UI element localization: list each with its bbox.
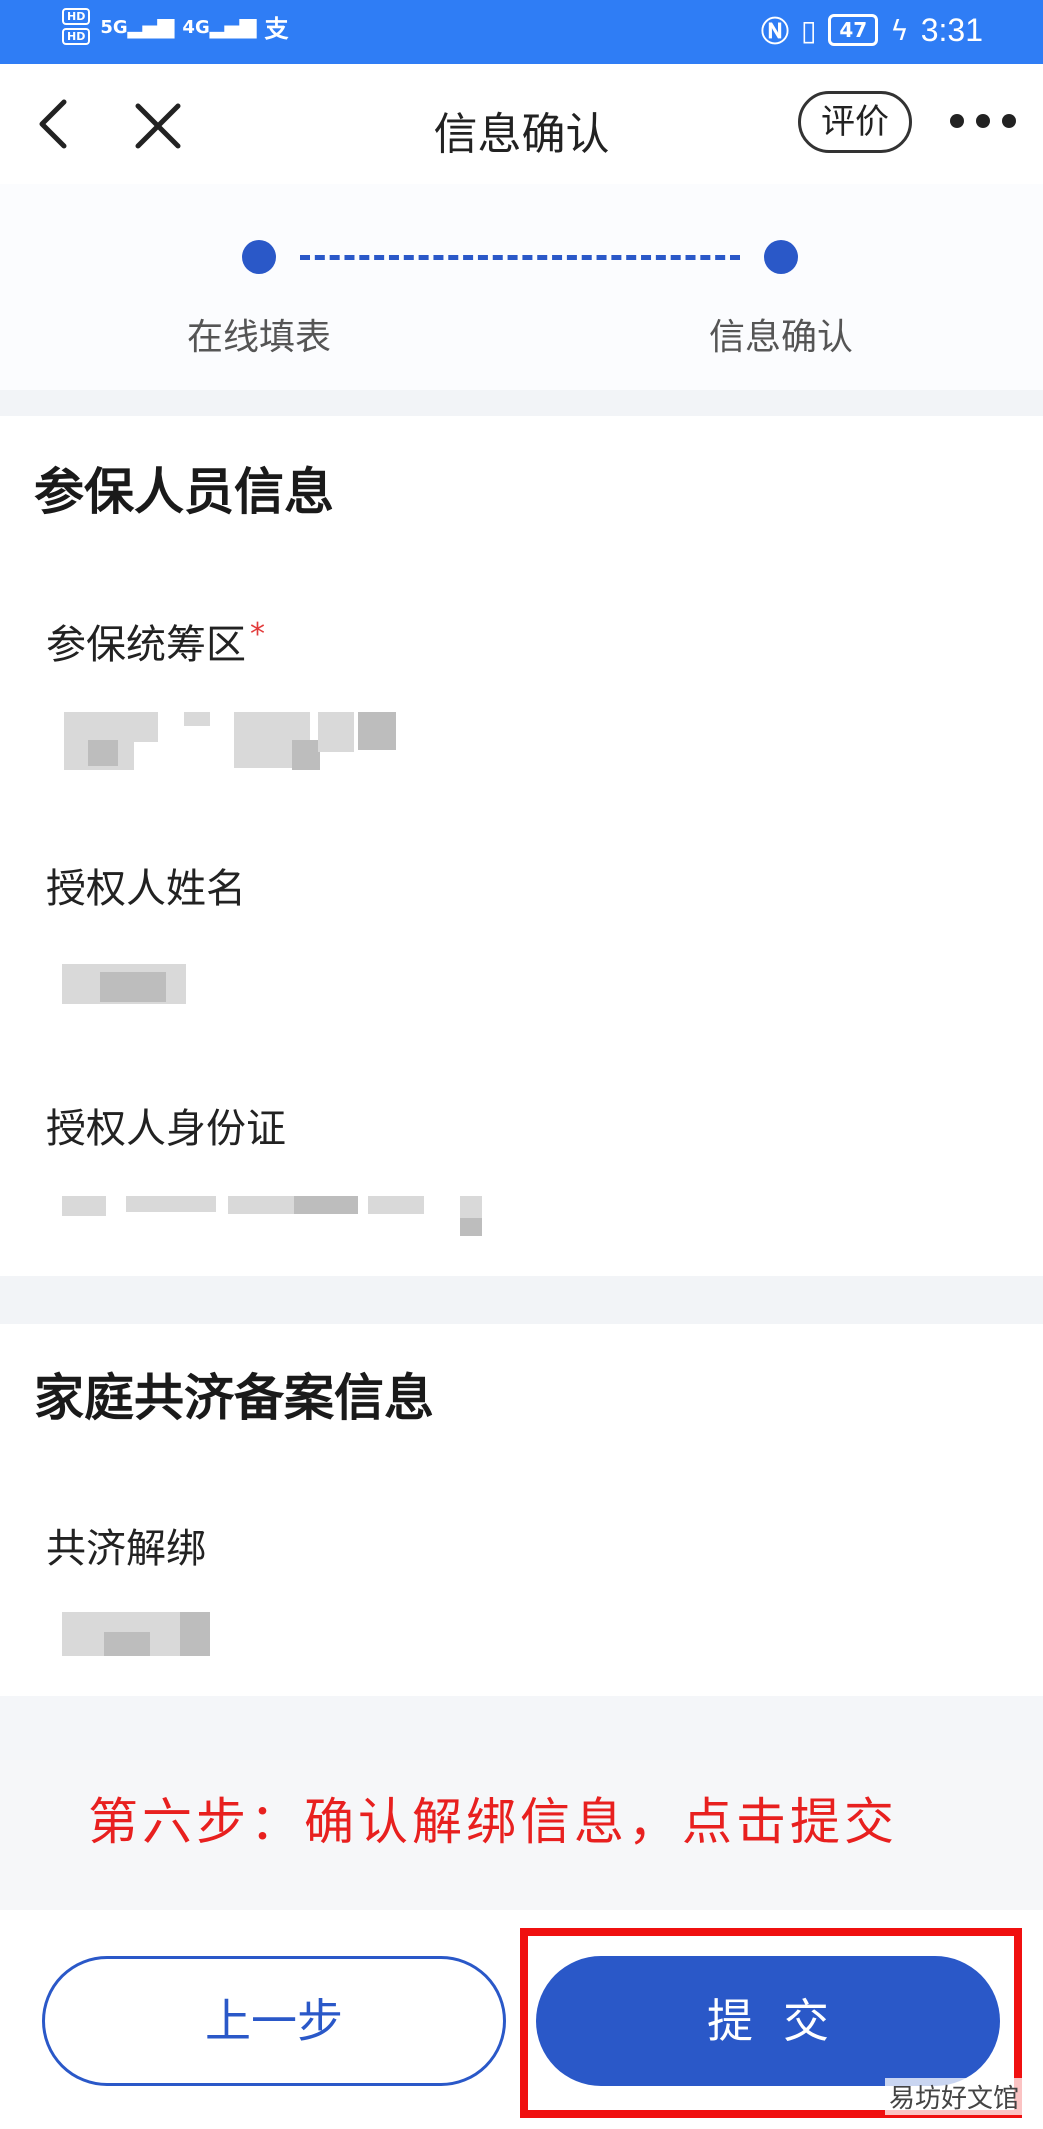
- status-bar: HD HD 5G▂▄▆ 4G▂▄▆ 支 Ⓝ ▯ 47 ϟ 3:31: [0, 0, 1043, 64]
- status-left: HD HD 5G▂▄▆ 4G▂▄▆ 支: [62, 8, 289, 45]
- section-title-family: 家庭共济备案信息: [34, 1369, 434, 1427]
- instruction-text: 第六步：确认解绑信息，点击提交: [88, 1793, 898, 1851]
- charging-icon: ϟ: [890, 13, 909, 47]
- previous-step-button[interactable]: 上一步: [42, 1956, 506, 2086]
- required-mark: *: [250, 616, 265, 652]
- instruction-annotation: 第六步：确认解绑信息，点击提交: [0, 1760, 1043, 1910]
- nfc-icon: Ⓝ: [760, 15, 789, 48]
- alipay-icon: 支: [264, 15, 289, 43]
- signal-5g-icon: 5G▂▄▆: [100, 14, 174, 39]
- section-divider: [0, 1276, 1043, 1324]
- field-label-authorizer-name: 授权人姓名: [46, 866, 246, 912]
- field-label-coordination-area: 参保统筹区 *: [46, 616, 265, 668]
- signal-4g-icon: 4G▂▄▆: [182, 14, 256, 39]
- hd-indicators: HD HD: [62, 8, 91, 45]
- step-connector: [300, 255, 740, 260]
- step-label-confirm: 信息确认: [708, 317, 853, 358]
- clock: 3:31: [920, 11, 983, 48]
- battery-icon: 47: [828, 14, 879, 46]
- step-label-fill-form: 在线填表: [186, 317, 331, 358]
- watermark: 易坊好文馆: [884, 2078, 1023, 2115]
- progress-steps: 在线填表 信息确认: [0, 184, 1043, 390]
- field-label-unbind: 共济解绑: [46, 1526, 206, 1572]
- section-divider: [0, 390, 1043, 416]
- section-divider: [0, 1696, 1043, 1760]
- step-dot-2: [764, 240, 798, 274]
- field-label-authorizer-id: 授权人身份证: [46, 1106, 286, 1152]
- more-options-icon[interactable]: [950, 114, 1016, 128]
- nav-bar: 信息确认 评价: [0, 64, 1043, 184]
- status-right: Ⓝ ▯ 47 ϟ 3:31: [761, 10, 983, 50]
- section-title-insured: 参保人员信息: [34, 463, 334, 521]
- hd-icon: HD: [62, 8, 91, 25]
- hd-icon: HD: [62, 28, 91, 45]
- vibrate-icon: ▯: [800, 13, 817, 47]
- evaluate-button[interactable]: 评价: [798, 91, 912, 153]
- step-dot-1: [242, 240, 276, 274]
